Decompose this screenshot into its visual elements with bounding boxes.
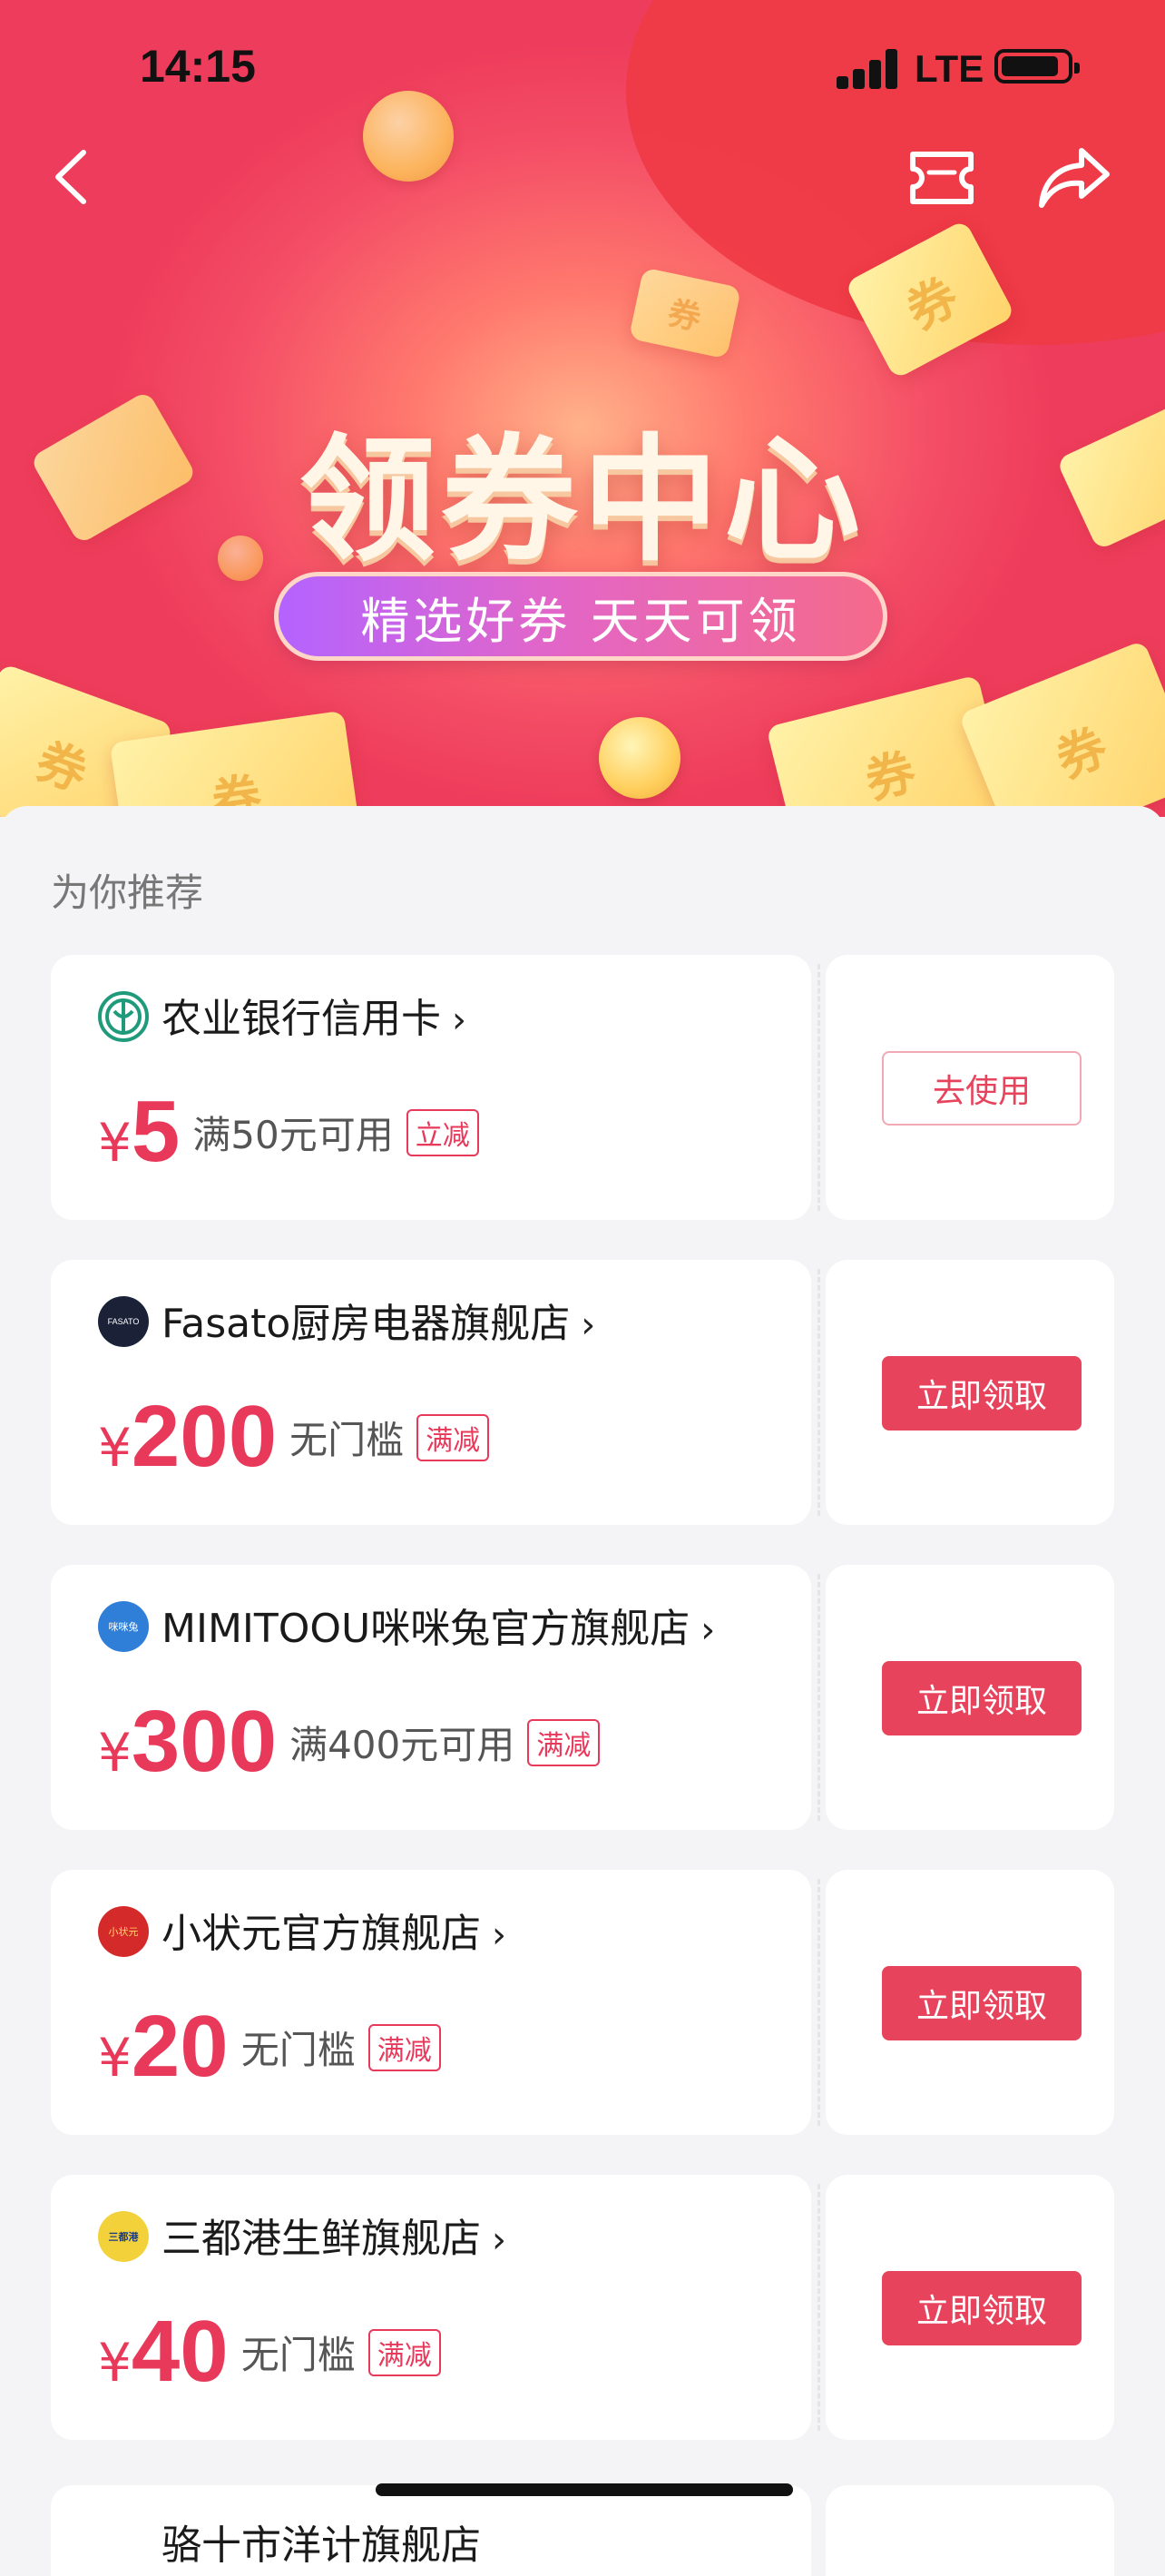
coupon-info[interactable]: 骆十市洋计旗舰店 [51, 2485, 811, 2576]
coupon-card: 咪咪兔 MIMITOOU咪咪兔官方旗舰店 › ¥300 满400元可用 满减 立即领取 [51, 1565, 1114, 1830]
coupon-tag: 立减 [406, 1109, 479, 1156]
coin-decoration [599, 717, 680, 799]
ticket-icon [910, 152, 974, 204]
coupon-card: 农业银行信用卡 › ¥5 满50元可用 立减 去使用 [51, 955, 1114, 1220]
recommend-panel: 为你推荐 农业银行信用卡 › ¥5 满50元可用 立减 去使用 FASATO Fasa… [0, 806, 1165, 2576]
claim-coupon-button[interactable]: 立即领取 [882, 1661, 1082, 1735]
dashed-divider [817, 2184, 820, 2431]
dashed-divider [817, 1269, 820, 1516]
coupon-tag: 满减 [367, 2329, 441, 2376]
claim-coupon-button[interactable]: 立即领取 [882, 1356, 1082, 1431]
xiaozhuangyuan-logo-icon: 小状元 [98, 1906, 149, 1957]
battery-icon [994, 49, 1080, 84]
coupon-condition: 无门槛 [240, 2333, 356, 2377]
coupon-card-partial: 骆十市洋计旗舰店 [51, 2485, 1114, 2576]
coupon-condition: 满400元可用 [289, 1723, 515, 1767]
coupon-wallet-button[interactable] [906, 145, 978, 211]
store-link[interactable]: 三都港生鲜旗舰店 › [162, 2206, 506, 2264]
dashed-divider [817, 1879, 820, 2126]
status-time: 14:15 [140, 41, 256, 92]
coupon-action-area [826, 2485, 1114, 2576]
coupon-action-area: 立即领取 [826, 1565, 1114, 1830]
store-link[interactable]: 小状元官方旗舰店 › [162, 1901, 506, 1959]
coupon-info[interactable]: FASATO Fasato厨房电器旗舰店 › ¥200 无门槛 满减 [51, 1260, 811, 1525]
coupon-card: FASATO Fasato厨房电器旗舰店 › ¥200 无门槛 满减 立即领取 [51, 1260, 1114, 1525]
abc-bank-logo-icon [98, 991, 149, 1042]
page-title: 领券中心 [299, 422, 866, 580]
mimitoou-logo-icon: 咪咪兔 [98, 1601, 149, 1652]
coupon-action-area: 立即领取 [826, 1870, 1114, 2135]
chevron-right-icon: › [492, 1914, 506, 1956]
share-icon [1039, 148, 1110, 208]
chevron-right-icon: › [581, 1304, 596, 1346]
coupon-condition: 无门槛 [240, 2028, 356, 2072]
header-banner: 券 券 券 券 券 券 14:15 LTE 领券中心 精选好券 天天可领 [0, 0, 1165, 817]
claim-coupon-button[interactable]: 立即领取 [882, 2271, 1082, 2345]
coupon-decoration: 券 [628, 267, 742, 359]
coupon-amount: ¥20 无门槛 满减 [98, 1997, 441, 2097]
dashed-divider [817, 1574, 820, 1821]
signal-icon [837, 47, 902, 89]
coupon-amount: ¥200 无门槛 满减 [98, 1387, 490, 1487]
subtitle-pill: 精选好券 天天可领 [274, 572, 887, 661]
coupon-info[interactable]: 咪咪兔 MIMITOOU咪咪兔官方旗舰店 › ¥300 满400元可用 满减 [51, 1565, 811, 1830]
network-label: LTE [915, 47, 984, 90]
claim-coupon-button[interactable]: 立即领取 [882, 1966, 1082, 2040]
use-coupon-button[interactable]: 去使用 [882, 1051, 1082, 1126]
coupon-card: 小状元 小状元官方旗舰店 › ¥20 无门槛 满减 立即领取 [51, 1870, 1114, 2135]
coupon-tag: 满减 [416, 1414, 490, 1461]
coupon-info[interactable]: 农业银行信用卡 › ¥5 满50元可用 立减 [51, 955, 811, 1220]
chevron-right-icon: › [700, 1609, 716, 1651]
home-indicator[interactable] [376, 2483, 793, 2496]
coupon-amount: ¥5 满50元可用 立减 [98, 1082, 479, 1182]
coupon-action-area: 去使用 [826, 955, 1114, 1220]
share-button[interactable] [1036, 143, 1112, 212]
store-link[interactable]: 农业银行信用卡 › [162, 986, 466, 1044]
coupon-info[interactable]: 三都港 三都港生鲜旗舰店 › ¥40 无门槛 满减 [51, 2175, 811, 2440]
chevron-left-icon [55, 150, 86, 204]
sandugang-logo-icon: 三都港 [98, 2211, 149, 2262]
back-button[interactable] [45, 145, 100, 209]
dashed-divider [817, 964, 820, 1211]
coupon-decoration: 券 [958, 639, 1165, 817]
coupon-info[interactable]: 小状元 小状元官方旗舰店 › ¥20 无门槛 满减 [51, 1870, 811, 2135]
coupon-condition: 满50元可用 [192, 1113, 394, 1157]
subtitle-text: 精选好券 天天可领 [360, 592, 801, 650]
coupon-action-area: 立即领取 [826, 1260, 1114, 1525]
chevron-right-icon: › [492, 2219, 506, 2261]
coupon-amount: ¥40 无门槛 满减 [98, 2302, 441, 2402]
store-link[interactable]: Fasato厨房电器旗舰店 › [162, 1291, 595, 1349]
fasato-logo-icon: FASATO [98, 1296, 149, 1347]
coupon-card: 三都港 三都港生鲜旗舰店 › ¥40 无门槛 满减 立即领取 [51, 2175, 1114, 2440]
coupon-tag: 满减 [527, 1719, 601, 1766]
coupon-tag: 满减 [367, 2024, 441, 2071]
coupon-amount: ¥300 满400元可用 满减 [98, 1692, 601, 1792]
status-bar: 14:15 LTE [0, 0, 1165, 136]
coupon-condition: 无门槛 [289, 1418, 405, 1462]
section-title: 为你推荐 [51, 870, 204, 915]
coupon-action-area: 立即领取 [826, 2175, 1114, 2440]
store-link[interactable]: MIMITOOU咪咪兔官方旗舰店 › [162, 1596, 715, 1654]
chevron-right-icon: › [452, 999, 466, 1041]
